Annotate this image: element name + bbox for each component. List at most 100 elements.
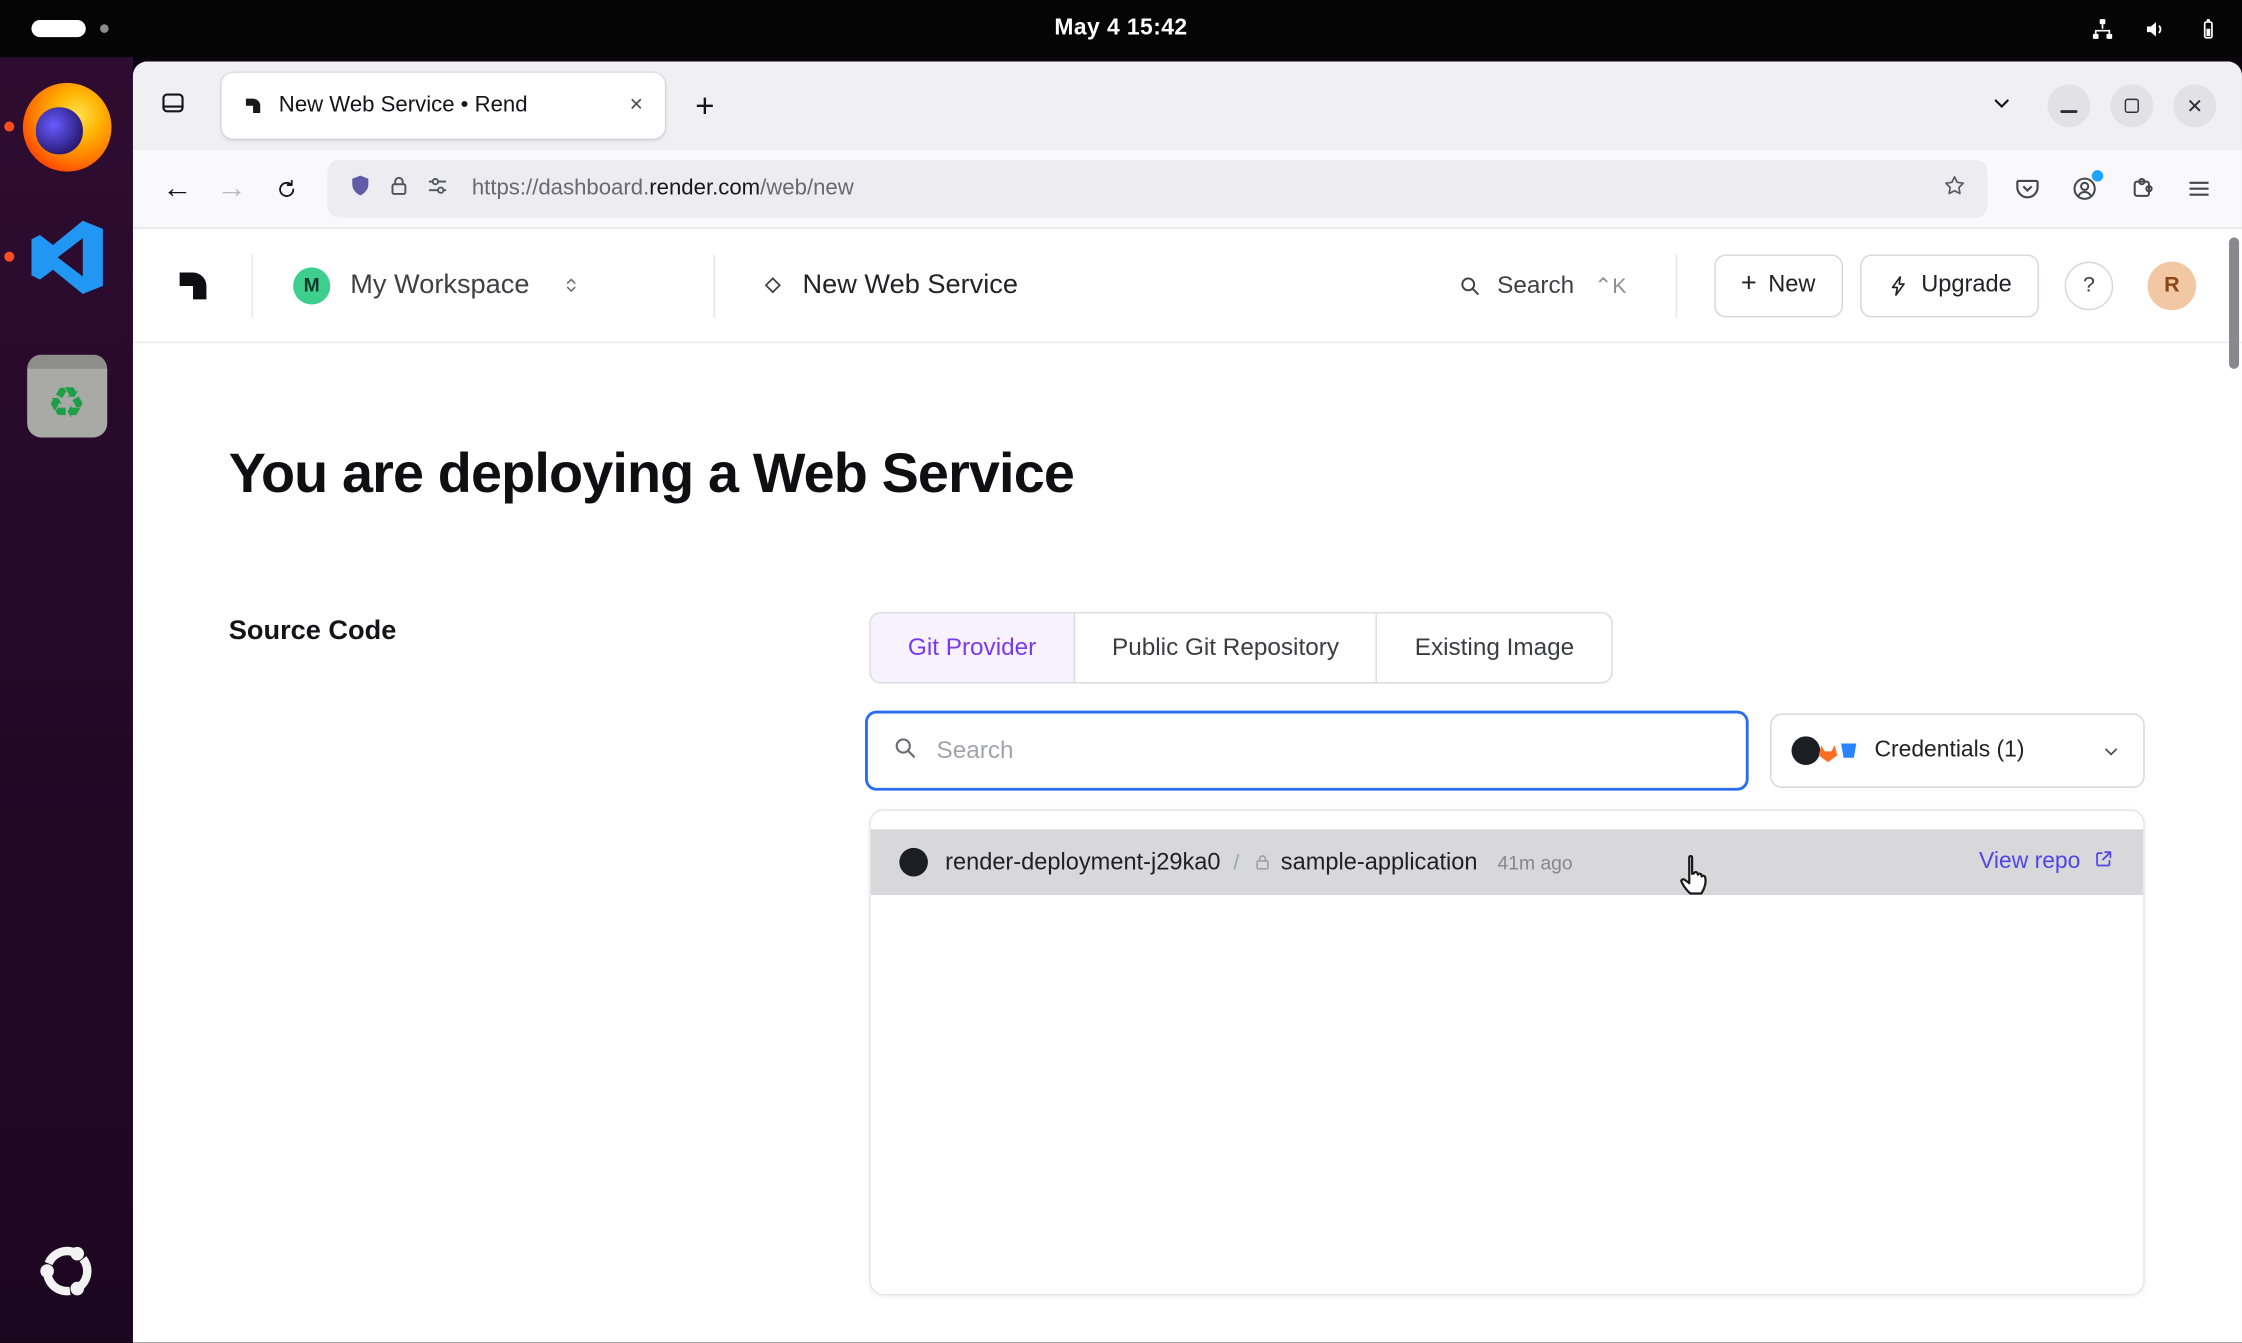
minimize-icon: [2060, 109, 2077, 112]
system-status-area[interactable]: [2089, 0, 2222, 57]
tab-title: New Web Service • Rend: [279, 93, 605, 119]
select-chevrons-icon: [561, 275, 582, 296]
repo-list-panel: render-deployment-j29ka0 / sample-applic…: [869, 809, 2144, 1295]
header-divider: [1675, 254, 1676, 317]
workspace-selector[interactable]: M My Workspace: [293, 267, 582, 304]
credentials-dropdown[interactable]: Credentials (1): [1770, 713, 2145, 787]
reload-button[interactable]: [259, 163, 313, 214]
dock: ♻: [0, 57, 133, 1342]
provider-icons: [1792, 736, 1861, 765]
page-scrollbar-thumb[interactable]: [2229, 237, 2239, 369]
tab-existing-image[interactable]: Existing Image: [1378, 613, 1612, 682]
workspace-dot: [100, 24, 109, 33]
workspace-name: My Workspace: [350, 270, 529, 301]
bookmark-star-icon[interactable]: [1942, 172, 1968, 205]
plus-icon: +: [1741, 269, 1757, 300]
private-lock-icon: [1252, 852, 1272, 872]
list-all-tabs-button[interactable]: [1976, 80, 2027, 131]
repo-separator: /: [1233, 850, 1239, 874]
new-button[interactable]: + New: [1714, 254, 1843, 317]
header-actions: Search ⌃K + New Upgrade ?: [1457, 254, 2196, 317]
account-button[interactable]: [2059, 163, 2110, 214]
menu-hamburger-button[interactable]: [2173, 163, 2224, 214]
global-search-button[interactable]: Search ⌃K: [1457, 271, 1626, 300]
pocket-save-button[interactable]: [2002, 163, 2053, 214]
credentials-label: Credentials (1): [1874, 738, 2024, 764]
forward-button: →: [204, 163, 258, 214]
toolbar-right-buttons: [2002, 163, 2225, 214]
browser-tab[interactable]: New Web Service • Rend ×: [222, 73, 665, 139]
tab-close-button[interactable]: ×: [619, 89, 653, 123]
lock-icon[interactable]: [386, 172, 412, 205]
repo-name: sample-application: [1281, 849, 1478, 876]
recycle-icon: ♻: [47, 378, 85, 428]
source-code-label: Source Code: [229, 616, 397, 647]
browser-window: New Web Service • Rend × + ✕ ← →: [133, 61, 2242, 1342]
upgrade-button[interactable]: Upgrade: [1860, 254, 2039, 317]
search-icon: [891, 733, 920, 769]
back-button[interactable]: ←: [150, 163, 204, 214]
vscode-running-indicator: [4, 252, 14, 262]
url-host: render.com: [649, 176, 760, 200]
dock-item-vscode[interactable]: [29, 220, 103, 294]
bitbucket-icon: [1842, 739, 1861, 762]
tab-strip: New Web Service • Rend × + ✕: [133, 61, 2242, 150]
view-repo-link[interactable]: View repo: [1979, 847, 2115, 877]
activities-pill[interactable]: [31, 20, 85, 37]
maximize-icon: [2125, 99, 2139, 113]
battery-icon[interactable]: [2195, 15, 2222, 42]
header-divider: [252, 254, 253, 317]
url-bar[interactable]: https://dashboard.render.com/web/new: [327, 160, 1987, 217]
repo-row[interactable]: render-deployment-j29ka0 / sample-applic…: [871, 829, 2144, 895]
minimize-button[interactable]: [2047, 84, 2090, 127]
help-button[interactable]: ?: [2065, 261, 2114, 310]
chevron-down-icon: [1987, 88, 2016, 124]
ubuntu-logo-icon: [28, 1291, 105, 1315]
source-tabs: Git Provider Public Git Repository Exist…: [869, 612, 1612, 683]
breadcrumb: New Web Service: [761, 270, 1018, 301]
tab-git-provider[interactable]: Git Provider: [871, 613, 1075, 682]
url-path: /web/new: [760, 176, 854, 200]
page-content: M My Workspace New Web Service: [133, 229, 2242, 1343]
repo-updated: 41m ago: [1498, 851, 1573, 872]
firefox-view-button[interactable]: [147, 80, 198, 131]
window-controls: ✕: [2047, 84, 2216, 127]
repo-owner: render-deployment-j29ka0: [945, 849, 1220, 876]
render-logo-icon[interactable]: [172, 264, 215, 307]
maximize-button[interactable]: [2110, 84, 2153, 127]
tracking-protection-shield-icon[interactable]: [347, 172, 373, 205]
clock[interactable]: May 4 15:42: [1054, 0, 1187, 57]
search-shortcut: ⌃K: [1594, 272, 1626, 298]
navigation-toolbar: ← → https://dashboard.render.com/web/new: [133, 150, 2242, 229]
header-divider: [714, 254, 715, 317]
network-icon[interactable]: [2089, 15, 2116, 42]
permissions-sliders-icon[interactable]: [425, 172, 451, 205]
new-button-label: New: [1768, 272, 1815, 299]
vscode-icon: [29, 276, 103, 300]
workspace-avatar: M: [293, 267, 330, 304]
dock-item-ubuntu[interactable]: [28, 1232, 105, 1309]
service-diamond-icon: [761, 273, 785, 297]
new-tab-button[interactable]: +: [679, 80, 730, 131]
view-repo-label: View repo: [1979, 849, 2080, 875]
lightning-bolt-icon: [1887, 274, 1910, 297]
url-prefix: https://dashboard.: [472, 176, 649, 200]
repo-search-input[interactable]: [937, 736, 1723, 765]
dock-item-trash[interactable]: ♻: [26, 355, 106, 438]
user-avatar[interactable]: R: [2148, 261, 2197, 310]
account-notification-dot: [2092, 170, 2103, 181]
volume-icon[interactable]: [2142, 15, 2169, 42]
page-title: New Web Service: [803, 270, 1018, 301]
dock-item-firefox[interactable]: [22, 83, 111, 172]
desktop: May 4 15:42 ♻: [0, 0, 2242, 1343]
github-icon: [899, 848, 928, 877]
firefox-view-icon: [159, 88, 188, 124]
search-icon: [1457, 272, 1483, 298]
deploy-heading: You are deploying a Web Service: [229, 443, 1074, 506]
extensions-button[interactable]: [2116, 163, 2167, 214]
close-window-button[interactable]: ✕: [2173, 84, 2216, 127]
system-top-bar: May 4 15:42: [0, 0, 2242, 57]
repo-search-box: [865, 711, 1749, 791]
tab-public-git-repository[interactable]: Public Git Repository: [1075, 613, 1378, 682]
chevron-down-icon: [2099, 738, 2123, 762]
